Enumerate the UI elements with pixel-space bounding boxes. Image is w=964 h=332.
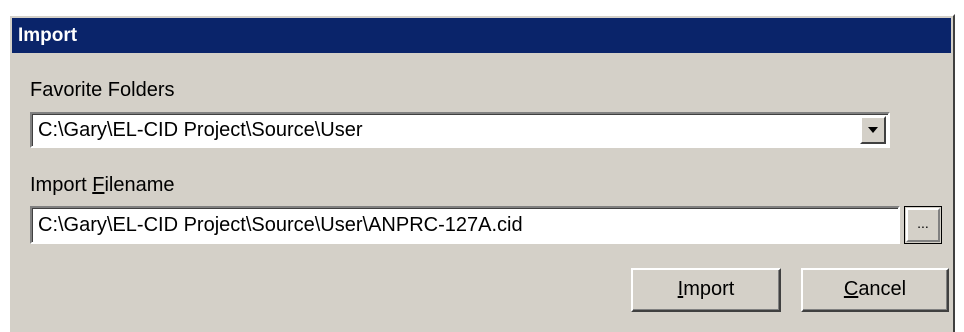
dialog-title: Import — [12, 18, 951, 53]
favorite-folders-value: C:\Gary\EL-CID Project\Source\User — [38, 119, 363, 141]
import-button[interactable]: Import — [631, 268, 781, 312]
cancel-button-mnemonic: C — [843, 278, 859, 300]
cancel-button-label: ancel — [858, 278, 907, 300]
import-button-label: mport — [683, 278, 735, 300]
browse-button-label: ... — [906, 208, 940, 242]
favorite-folders-label: Favorite Folders — [30, 79, 175, 101]
import-filename-label: Import Filename — [30, 173, 175, 197]
cancel-button[interactable]: Cancel — [801, 268, 949, 312]
browse-button[interactable]: ... — [904, 206, 942, 244]
import-filename-label-prefix: Import — [30, 174, 93, 196]
import-filename-label-mnemonic: F — [92, 174, 105, 196]
import-dialog: Import Favorite Folders C:\Gary\EL-CID P… — [8, 14, 955, 332]
favorite-folders-dropdown-button[interactable] — [860, 116, 886, 144]
import-filename-field[interactable]: C:\Gary\EL-CID Project\Source\User\ANPRC… — [30, 206, 900, 244]
chevron-down-icon — [868, 127, 878, 133]
favorite-folders-combobox[interactable]: C:\Gary\EL-CID Project\Source\User — [30, 112, 890, 148]
import-filename-value: C:\Gary\EL-CID Project\Source\User\ANPRC… — [38, 214, 523, 236]
import-filename-label-rest: ilename — [104, 174, 175, 196]
